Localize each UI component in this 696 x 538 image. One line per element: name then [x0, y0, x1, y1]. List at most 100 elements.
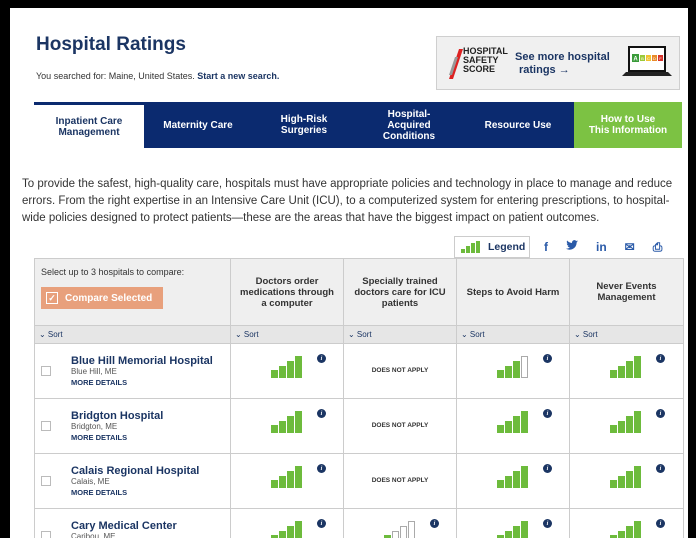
- ratings-table: Select up to 3 hospitals to compare: ✓ C…: [34, 258, 684, 538]
- rating-bar: [279, 476, 286, 488]
- sort-never-events[interactable]: ⌄ Sort: [570, 326, 683, 343]
- rating-bar: [521, 521, 528, 538]
- rating-cell-never-events: i: [570, 509, 683, 538]
- info-icon[interactable]: i: [656, 519, 665, 528]
- info-icon[interactable]: i: [317, 464, 326, 473]
- rating-bar: [497, 480, 504, 488]
- rating-bar: [618, 531, 625, 538]
- rating-bar: [271, 370, 278, 378]
- twitter-icon[interactable]: [566, 240, 578, 254]
- rating-cell-avoid-harm: i: [457, 399, 570, 453]
- rating-bar: [497, 370, 504, 378]
- tab-high-risk-surgeries[interactable]: High-Risk Surgeries: [252, 102, 356, 148]
- table-row: Calais Regional Hospital Calais, ME MORE D…: [34, 454, 684, 509]
- hospital-cell: Bridgton Hospital Bridgton, ME MORE DETAIL…: [35, 399, 231, 453]
- tab-how-to-use[interactable]: How to Use This Information: [574, 102, 682, 148]
- rating-bar: [295, 521, 302, 538]
- info-icon[interactable]: i: [543, 519, 552, 528]
- rating-cell-icu-doctors: i: [344, 509, 457, 538]
- sort-avoid-harm[interactable]: ⌄ Sort: [457, 326, 570, 343]
- legend-button[interactable]: Legend: [454, 236, 530, 258]
- info-icon[interactable]: i: [543, 464, 552, 473]
- info-icon[interactable]: i: [317, 354, 326, 363]
- info-icon[interactable]: i: [430, 519, 439, 528]
- rating-bar: [505, 531, 512, 538]
- more-details-link[interactable]: MORE DETAILS: [71, 378, 127, 387]
- tab-maternity-care[interactable]: Maternity Care: [144, 102, 252, 148]
- rating-bar: [513, 526, 520, 538]
- more-details-link[interactable]: MORE DETAILS: [71, 488, 127, 497]
- column-header-icu-doctors: Specially trained doctors care for ICU pat…: [344, 259, 457, 325]
- rating-bar: [287, 471, 294, 488]
- tab-resource-use[interactable]: Resource Use: [462, 102, 574, 148]
- compare-checkbox[interactable]: [41, 476, 51, 486]
- compare-checkbox[interactable]: [41, 531, 51, 538]
- sort-computer-meds[interactable]: ⌄ Sort: [231, 326, 344, 343]
- sort-icu-doctors[interactable]: ⌄ Sort: [344, 326, 457, 343]
- compare-checkbox[interactable]: [41, 366, 51, 376]
- hospital-name[interactable]: Calais Regional Hospital: [71, 465, 199, 477]
- rating-bar: [505, 421, 512, 433]
- more-details-link[interactable]: MORE DETAILS: [71, 433, 127, 442]
- linkedin-icon[interactable]: in: [596, 240, 607, 254]
- rating-bar: [618, 366, 625, 378]
- tab-hospital-acquired-conditions[interactable]: Hospital- Acquired Conditions: [356, 102, 462, 148]
- rating-bar: [618, 421, 625, 433]
- rating-bar: [513, 471, 520, 488]
- sort-hospital[interactable]: ⌄ Sort: [35, 326, 231, 343]
- search-summary-text: You searched for: Maine, United States.: [36, 71, 195, 81]
- does-not-apply-label: DOES NOT APPLY: [371, 422, 429, 429]
- table-toolbar: Legend f in ✉ ⎙: [454, 236, 662, 258]
- rating-bars: [271, 356, 302, 378]
- info-icon[interactable]: i: [317, 519, 326, 528]
- rating-cell-icu-doctors: DOES NOT APPLY: [344, 344, 457, 398]
- rating-bar: [497, 425, 504, 433]
- new-search-link[interactable]: Start a new search.: [197, 71, 279, 81]
- column-header-avoid-harm: Steps to Avoid Harm: [457, 259, 570, 325]
- hospital-name[interactable]: Bridgton Hospital: [71, 410, 163, 422]
- rating-bar: [610, 370, 617, 378]
- tab-inpatient-care[interactable]: Inpatient Care Management: [34, 102, 144, 148]
- svg-text:C: C: [647, 56, 650, 61]
- page: Hospital Ratings You searched for: Maine…: [10, 8, 688, 538]
- safety-score-logo-text: HOSPITAL SAFETY SCORE: [463, 46, 508, 74]
- safety-score-banner[interactable]: HOSPITAL SAFETY SCORE See more hospital …: [436, 36, 680, 90]
- sort-row: ⌄ Sort ⌄ Sort ⌄ Sort ⌄ Sort ⌄ Sort: [34, 326, 684, 344]
- rating-bar: [626, 526, 633, 538]
- rating-bar: [626, 361, 633, 378]
- rating-bars: [610, 356, 641, 378]
- select-label: Select up to 3 hospitals to compare:: [41, 267, 185, 277]
- hospital-cell: Calais Regional Hospital Calais, ME MORE D…: [35, 454, 231, 508]
- email-icon[interactable]: ✉: [625, 240, 635, 254]
- hospital-name[interactable]: Cary Medical Center: [71, 520, 177, 532]
- rating-bar: [634, 521, 641, 538]
- see-more-ratings-link[interactable]: See more hospital ratings →: [515, 51, 610, 77]
- rating-bar: [618, 476, 625, 488]
- info-icon[interactable]: i: [543, 354, 552, 363]
- rating-cell-avoid-harm: i: [457, 454, 570, 508]
- rating-bar: [626, 416, 633, 433]
- table-row: Cary Medical CenterCaribou, MEMORE DETAI…: [34, 509, 684, 538]
- rating-bars: [497, 411, 528, 433]
- info-icon[interactable]: i: [656, 409, 665, 418]
- info-icon[interactable]: i: [543, 409, 552, 418]
- does-not-apply-label: DOES NOT APPLY: [371, 477, 429, 484]
- rating-bar: [634, 466, 641, 488]
- info-icon[interactable]: i: [656, 464, 665, 473]
- facebook-icon[interactable]: f: [544, 240, 548, 254]
- rating-bar: [408, 521, 415, 538]
- rating-bar: [634, 411, 641, 433]
- rating-cell-avoid-harm: i: [457, 344, 570, 398]
- print-icon[interactable]: ⎙: [653, 240, 663, 255]
- info-icon[interactable]: i: [656, 354, 665, 363]
- info-icon[interactable]: i: [317, 409, 326, 418]
- hospital-name[interactable]: Blue Hill Memorial Hospital: [71, 355, 213, 367]
- does-not-apply-label: DOES NOT APPLY: [371, 367, 429, 374]
- rating-bar: [521, 356, 528, 378]
- table-row: Bridgton Hospital Bridgton, ME MORE DETAIL…: [34, 399, 684, 454]
- rating-bar: [271, 480, 278, 488]
- category-tabs: Inpatient Care Management Maternity Care …: [34, 102, 682, 148]
- compare-checkbox[interactable]: [41, 421, 51, 431]
- compare-selected-button[interactable]: ✓ Compare Selected: [41, 287, 163, 309]
- rating-bar: [295, 411, 302, 433]
